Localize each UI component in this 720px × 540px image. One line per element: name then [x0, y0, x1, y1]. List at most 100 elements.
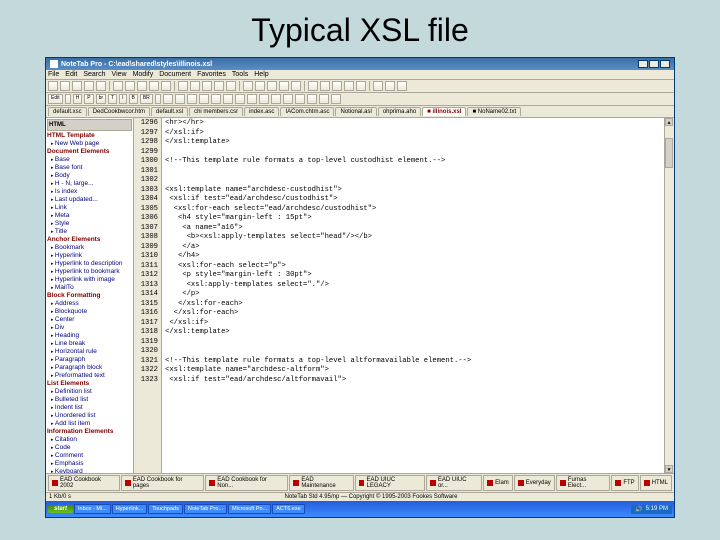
toolbar-button[interactable] [137, 81, 147, 91]
document-tab[interactable]: index.asc [244, 107, 279, 116]
taskbar-item[interactable]: Inbox - Mi... [74, 504, 111, 514]
taskbar-item[interactable]: ACT6.exe [272, 504, 304, 514]
scroll-down-arrow[interactable]: ▼ [665, 465, 673, 473]
sidebar-item[interactable]: Hyperlink to bookmark [47, 268, 132, 276]
menu-document[interactable]: Document [159, 71, 191, 78]
menu-view[interactable]: View [112, 71, 127, 78]
document-tab[interactable]: ohprima.aho [378, 107, 421, 116]
toolbar-button[interactable] [125, 81, 135, 91]
sidebar-item[interactable]: Unordered list [47, 412, 132, 420]
document-tab[interactable]: IACom.chtm.asc [280, 107, 334, 116]
sidebar-item[interactable]: Link [47, 204, 132, 212]
taskbar-item[interactable]: Hyperlink... [112, 504, 148, 514]
bottom-tab[interactable]: EAD Cookbook 2002 [48, 475, 120, 491]
bottom-tab[interactable]: EAD Maintenance [289, 475, 353, 491]
bottom-tab[interactable]: Furnas Elect... [556, 475, 611, 491]
toolbar-button[interactable] [211, 94, 221, 104]
toolbar-button[interactable] [331, 94, 341, 104]
menu-modify[interactable]: Modify [133, 71, 154, 78]
sidebar-item[interactable]: Preformatted text [47, 372, 132, 380]
document-tab[interactable]: chi members.csr [189, 107, 243, 116]
bottom-tab[interactable]: EAD UIUC or... [426, 475, 482, 491]
toolbar-button[interactable] [385, 81, 395, 91]
menu-edit[interactable]: Edit [65, 71, 77, 78]
sidebar-item[interactable]: Add list item [47, 420, 132, 428]
sidebar-item[interactable]: Base font [47, 164, 132, 172]
format-button[interactable] [155, 94, 161, 104]
sidebar-item[interactable]: Comment [47, 452, 132, 460]
toolbar-button[interactable] [187, 94, 197, 104]
toolbar-button[interactable] [373, 81, 383, 91]
bottom-tab[interactable]: FTP [611, 475, 638, 491]
toolbar-button[interactable] [319, 94, 329, 104]
document-tab[interactable]: default.xsl [151, 107, 188, 116]
menu-favorites[interactable]: Favorites [197, 71, 226, 78]
toolbar-button[interactable] [356, 81, 366, 91]
toolbar-button[interactable] [214, 81, 224, 91]
toolbar-button[interactable] [332, 81, 342, 91]
toolbar-button[interactable] [307, 94, 317, 104]
sidebar-item[interactable]: Emphasis [47, 460, 132, 468]
sidebar-item[interactable]: Center [47, 316, 132, 324]
sidebar-item[interactable]: H - N, large... [47, 180, 132, 188]
vertical-scrollbar[interactable]: ▲ ▼ [664, 118, 674, 473]
document-tab-active[interactable]: ■ illinois.xsl [422, 107, 466, 116]
toolbar-button[interactable] [149, 81, 159, 91]
format-button[interactable]: I [119, 94, 126, 104]
sidebar-item[interactable]: Body [47, 172, 132, 180]
toolbar-button[interactable] [72, 81, 82, 91]
bottom-tab[interactable]: Everyday [514, 475, 555, 491]
sidebar-item[interactable]: Keyboard [47, 468, 132, 473]
toolbar-button[interactable] [255, 81, 265, 91]
sidebar-item[interactable]: Indent list [47, 404, 132, 412]
sidebar-item[interactable]: MailTo [47, 284, 132, 292]
document-tab[interactable]: DedCookbwcor.htm [88, 107, 150, 116]
start-button[interactable]: start [48, 505, 73, 513]
tray-icon[interactable]: 🔊 [635, 506, 642, 513]
toolbar-button[interactable] [267, 81, 277, 91]
maximize-button[interactable]: □ [649, 60, 659, 68]
bottom-tab[interactable]: HTML [640, 475, 672, 491]
sidebar-item[interactable]: Paragraph block [47, 364, 132, 372]
sidebar-item[interactable]: Blockquote [47, 308, 132, 316]
format-button[interactable]: Edit [48, 94, 63, 104]
code-area[interactable]: <hr></hr> </xsl:if> </xsl:template> <!--… [162, 118, 664, 473]
toolbar-button[interactable] [295, 94, 305, 104]
scroll-thumb[interactable] [665, 138, 673, 168]
sidebar-item[interactable]: Meta [47, 212, 132, 220]
menu-search[interactable]: Search [83, 71, 105, 78]
toolbar-button[interactable] [397, 81, 407, 91]
document-tab[interactable]: default.xsc [48, 107, 87, 116]
format-button[interactable] [65, 94, 71, 104]
sidebar-item[interactable]: Horizontal rule [47, 348, 132, 356]
sidebar-item[interactable]: Hyperlink [47, 252, 132, 260]
toolbar-button[interactable] [190, 81, 200, 91]
sidebar-item[interactable]: Title [47, 228, 132, 236]
format-button[interactable]: B [129, 94, 138, 104]
minimize-button[interactable]: _ [638, 60, 648, 68]
sidebar-item[interactable]: Hyperlink with image [47, 276, 132, 284]
toolbar-button[interactable] [279, 81, 289, 91]
sidebar-item[interactable]: Is index [47, 188, 132, 196]
toolbar-button[interactable] [283, 94, 293, 104]
sidebar-item[interactable]: New Web page [47, 140, 132, 148]
toolbar-button[interactable] [247, 94, 257, 104]
sidebar-item[interactable]: Definition list [47, 388, 132, 396]
sidebar-item[interactable]: Heading [47, 332, 132, 340]
toolbar-button[interactable] [48, 81, 58, 91]
sidebar-item[interactable]: Hyperlink to description [47, 260, 132, 268]
format-button[interactable]: BR [140, 94, 153, 104]
code-editor[interactable]: 1296 1297 1298 1299 1300 1301 1302 1303 … [134, 118, 674, 473]
toolbar-button[interactable] [113, 81, 123, 91]
toolbar-button[interactable] [60, 81, 70, 91]
taskbar-item[interactable]: Microsoft Po... [228, 504, 271, 514]
format-button[interactable]: H [73, 94, 83, 104]
sidebar-item[interactable]: Paragraph [47, 356, 132, 364]
sidebar-item[interactable]: Last updated... [47, 196, 132, 204]
format-button[interactable]: br [96, 94, 106, 104]
sidebar-item[interactable]: Bookmark [47, 244, 132, 252]
document-tab[interactable]: Notional.asl [335, 107, 376, 116]
toolbar-button[interactable] [178, 81, 188, 91]
toolbar-button[interactable] [96, 81, 106, 91]
sidebar-item[interactable]: Base [47, 156, 132, 164]
